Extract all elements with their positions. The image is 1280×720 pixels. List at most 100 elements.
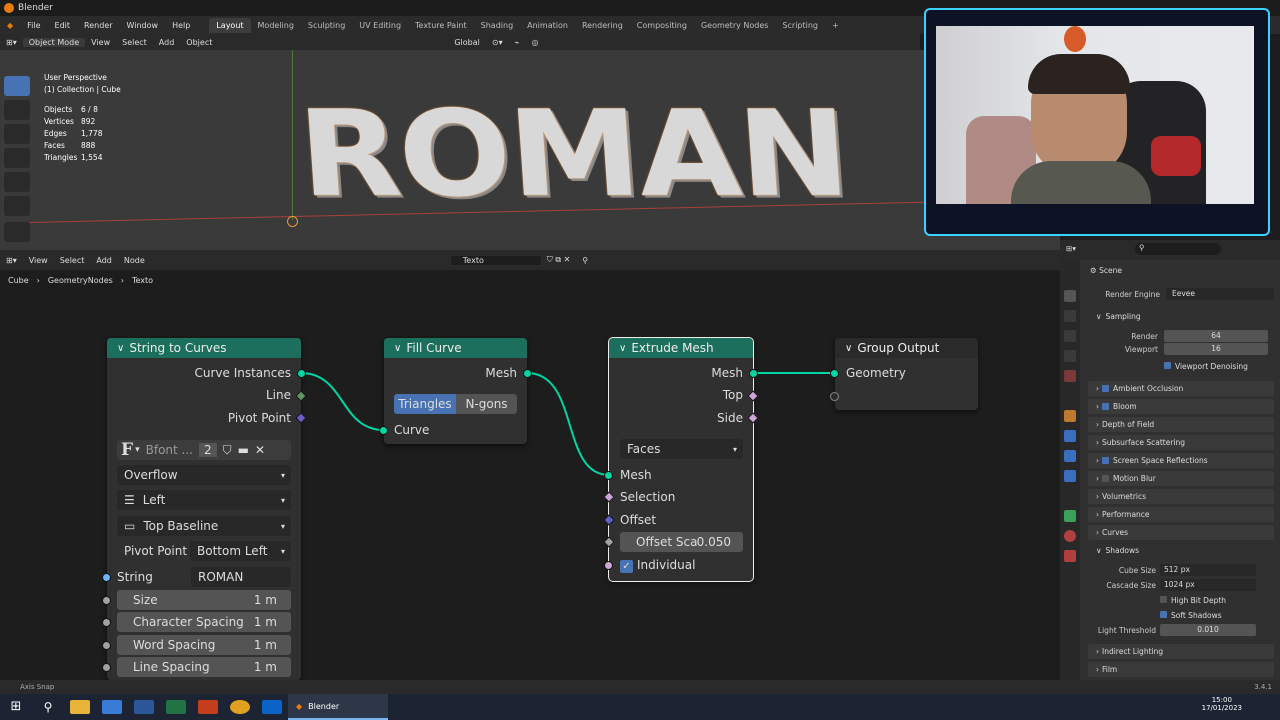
pivot-point-dropdown[interactable]: Bottom Left ▾ xyxy=(190,541,291,561)
panel-subsurface-scattering[interactable]: › Subsurface Scattering xyxy=(1088,435,1274,450)
status-bar: Axis Snap 3.4.1 xyxy=(0,680,1280,694)
node-header[interactable]: ∨ Extrude Mesh xyxy=(609,338,753,358)
offset-scale-field[interactable]: Offset Sca 0.050 xyxy=(620,532,743,552)
tab-object-icon[interactable] xyxy=(1064,410,1076,422)
scene-icon: ⚙ xyxy=(1090,266,1100,275)
properties-tabs xyxy=(1060,260,1080,680)
high-bit-depth-checkbox[interactable]: High Bit Depth xyxy=(1160,596,1226,605)
output-curve-instances: Curve Instances xyxy=(194,366,291,380)
tab-render-icon[interactable] xyxy=(1064,290,1076,302)
input-selection: Selection xyxy=(620,490,676,504)
node-string-to-curves[interactable]: ∨ String to Curves Curve Instances Line P… xyxy=(107,338,301,680)
align-y-dropdown[interactable]: ▭ Top Baseline ▾ xyxy=(117,516,291,536)
panel-bloom[interactable]: › Bloom xyxy=(1088,399,1274,414)
collapse-chevron-icon[interactable]: ∨ xyxy=(845,343,852,354)
socket-word-spacing[interactable] xyxy=(102,641,111,650)
panel-volumetrics[interactable]: › Volumetrics xyxy=(1088,489,1274,504)
properties-header: ⊞▾ ⚲ xyxy=(1060,240,1280,260)
overflow-dropdown[interactable]: Overflow ▾ xyxy=(117,465,291,485)
node-group-output[interactable]: ∨ Group Output Geometry xyxy=(835,338,978,410)
viewport-denoising-checkbox[interactable]: Viewport Denoising xyxy=(1164,362,1248,371)
open-folder-icon[interactable]: ▬ xyxy=(238,443,249,457)
socket-size[interactable] xyxy=(102,596,111,605)
tab-material-icon[interactable] xyxy=(1064,530,1076,542)
unlink-icon[interactable]: ✕ xyxy=(255,443,265,457)
node-header[interactable]: ∨ Group Output xyxy=(835,338,978,358)
socket-empty-in[interactable] xyxy=(830,392,839,401)
powerpoint-icon[interactable] xyxy=(198,700,218,714)
socket-line-spacing[interactable] xyxy=(102,663,111,672)
soft-shadows-checkbox[interactable]: Soft Shadows xyxy=(1160,611,1222,620)
properties-search[interactable]: ⚲ xyxy=(1135,243,1221,255)
node-header[interactable]: ∨ String to Curves xyxy=(107,338,301,358)
panel-sampling[interactable]: ∨ Sampling xyxy=(1088,309,1274,324)
panel-curves[interactable]: › Curves xyxy=(1088,525,1274,540)
collapse-chevron-icon[interactable]: ∨ xyxy=(619,343,626,354)
tab-particles-icon[interactable] xyxy=(1064,450,1076,462)
panel-ambient-occlusion[interactable]: › Ambient Occlusion xyxy=(1088,381,1274,396)
store-icon[interactable] xyxy=(102,700,122,714)
windows-taskbar: ⊞ ⚲ ◆ Blender 15:00 17/01/2023 xyxy=(0,694,1280,720)
font-selector[interactable]: F ▾ Bfont ... 2 ⛉ ▬ ✕ xyxy=(117,440,291,460)
socket-fill-mesh-out[interactable] xyxy=(523,369,532,378)
size-field[interactable]: Size 1 m xyxy=(117,590,291,610)
tab-modifiers-icon[interactable] xyxy=(1064,430,1076,442)
input-geometry: Geometry xyxy=(846,366,906,380)
mode-ngons-button[interactable]: N-gons xyxy=(456,394,517,414)
mail-icon[interactable] xyxy=(262,700,282,714)
tab-view-layer-icon[interactable] xyxy=(1064,330,1076,342)
panel-film[interactable]: › Film xyxy=(1088,662,1274,677)
tab-data-icon[interactable] xyxy=(1064,510,1076,522)
cube-size-dropdown[interactable]: 512 px xyxy=(1160,564,1256,576)
line-spacing-field[interactable]: Line Spacing 1 m xyxy=(117,657,291,677)
panel-motion-blur[interactable]: › Motion Blur xyxy=(1088,471,1274,486)
panel-performance[interactable]: › Performance xyxy=(1088,507,1274,522)
render-engine-dropdown[interactable]: Eevee xyxy=(1166,288,1274,300)
panel-indirect-lighting[interactable]: › Indirect Lighting xyxy=(1088,644,1274,659)
tab-physics-icon[interactable] xyxy=(1064,470,1076,482)
socket-geometry-in[interactable] xyxy=(830,369,839,378)
socket-character-spacing[interactable] xyxy=(102,618,111,627)
windows-start-icon[interactable]: ⊞ xyxy=(6,700,26,714)
collapse-chevron-icon[interactable]: ∨ xyxy=(394,343,401,354)
tab-texture-icon[interactable] xyxy=(1064,550,1076,562)
excel-icon[interactable] xyxy=(166,700,186,714)
socket-extrude-mesh-in[interactable] xyxy=(604,471,613,480)
viewport-samples-field[interactable]: 16 xyxy=(1164,343,1268,355)
extrude-mode-dropdown[interactable]: Faces ▾ xyxy=(620,439,743,459)
individual-checkbox[interactable]: ✓ Individual xyxy=(620,558,695,573)
mode-triangles-button[interactable]: Triangles xyxy=(394,394,456,414)
chrome-icon[interactable] xyxy=(230,700,250,714)
tab-world-icon[interactable] xyxy=(1064,370,1076,382)
output-mesh: Mesh xyxy=(711,366,743,380)
file-explorer-icon[interactable] xyxy=(70,700,90,714)
fake-user-shield-icon[interactable]: ⛉ xyxy=(223,443,232,458)
collapse-chevron-icon[interactable]: ∨ xyxy=(117,343,124,354)
clock[interactable]: 15:00 17/01/2023 xyxy=(1202,696,1242,712)
node-header[interactable]: ∨ Fill Curve xyxy=(384,338,527,358)
socket-extrude-mesh-out[interactable] xyxy=(749,369,758,378)
light-threshold-field[interactable]: 0.010 xyxy=(1160,624,1256,636)
input-curve: Curve xyxy=(394,423,430,437)
panel-depth-of-field[interactable]: › Depth of Field xyxy=(1088,417,1274,432)
panel-shadows[interactable]: ∨ Shadows xyxy=(1088,543,1274,558)
taskbar-blender-button[interactable]: ◆ Blender xyxy=(288,694,388,720)
socket-fill-curve-in[interactable] xyxy=(379,426,388,435)
search-icon[interactable]: ⚲ xyxy=(38,700,58,714)
render-samples-field[interactable]: 64 xyxy=(1164,330,1268,342)
panel-screen-space-reflections[interactable]: › Screen Space Reflections xyxy=(1088,453,1274,468)
cascade-size-dropdown[interactable]: 1024 px xyxy=(1160,579,1256,591)
socket-string[interactable] xyxy=(102,573,111,582)
align-x-dropdown[interactable]: ☰ Left ▾ xyxy=(117,490,291,510)
character-spacing-field[interactable]: Character Spacing 1 m xyxy=(117,612,291,632)
string-input[interactable]: ROMAN xyxy=(191,567,291,587)
tab-scene-icon[interactable] xyxy=(1064,350,1076,362)
word-icon[interactable] xyxy=(134,700,154,714)
node-extrude-mesh[interactable]: ∨ Extrude Mesh Mesh Top Side Faces ▾ Mesh … xyxy=(608,337,754,582)
node-fill-curve[interactable]: ∨ Fill Curve Mesh Triangles N-gons Curve xyxy=(384,338,527,444)
tab-output-icon[interactable] xyxy=(1064,310,1076,322)
socket-curve-instances[interactable] xyxy=(297,369,306,378)
socket-individual[interactable] xyxy=(604,561,613,570)
word-spacing-field[interactable]: Word Spacing 1 m xyxy=(117,635,291,655)
properties-editor-icon[interactable]: ⊞▾ xyxy=(1066,244,1076,253)
